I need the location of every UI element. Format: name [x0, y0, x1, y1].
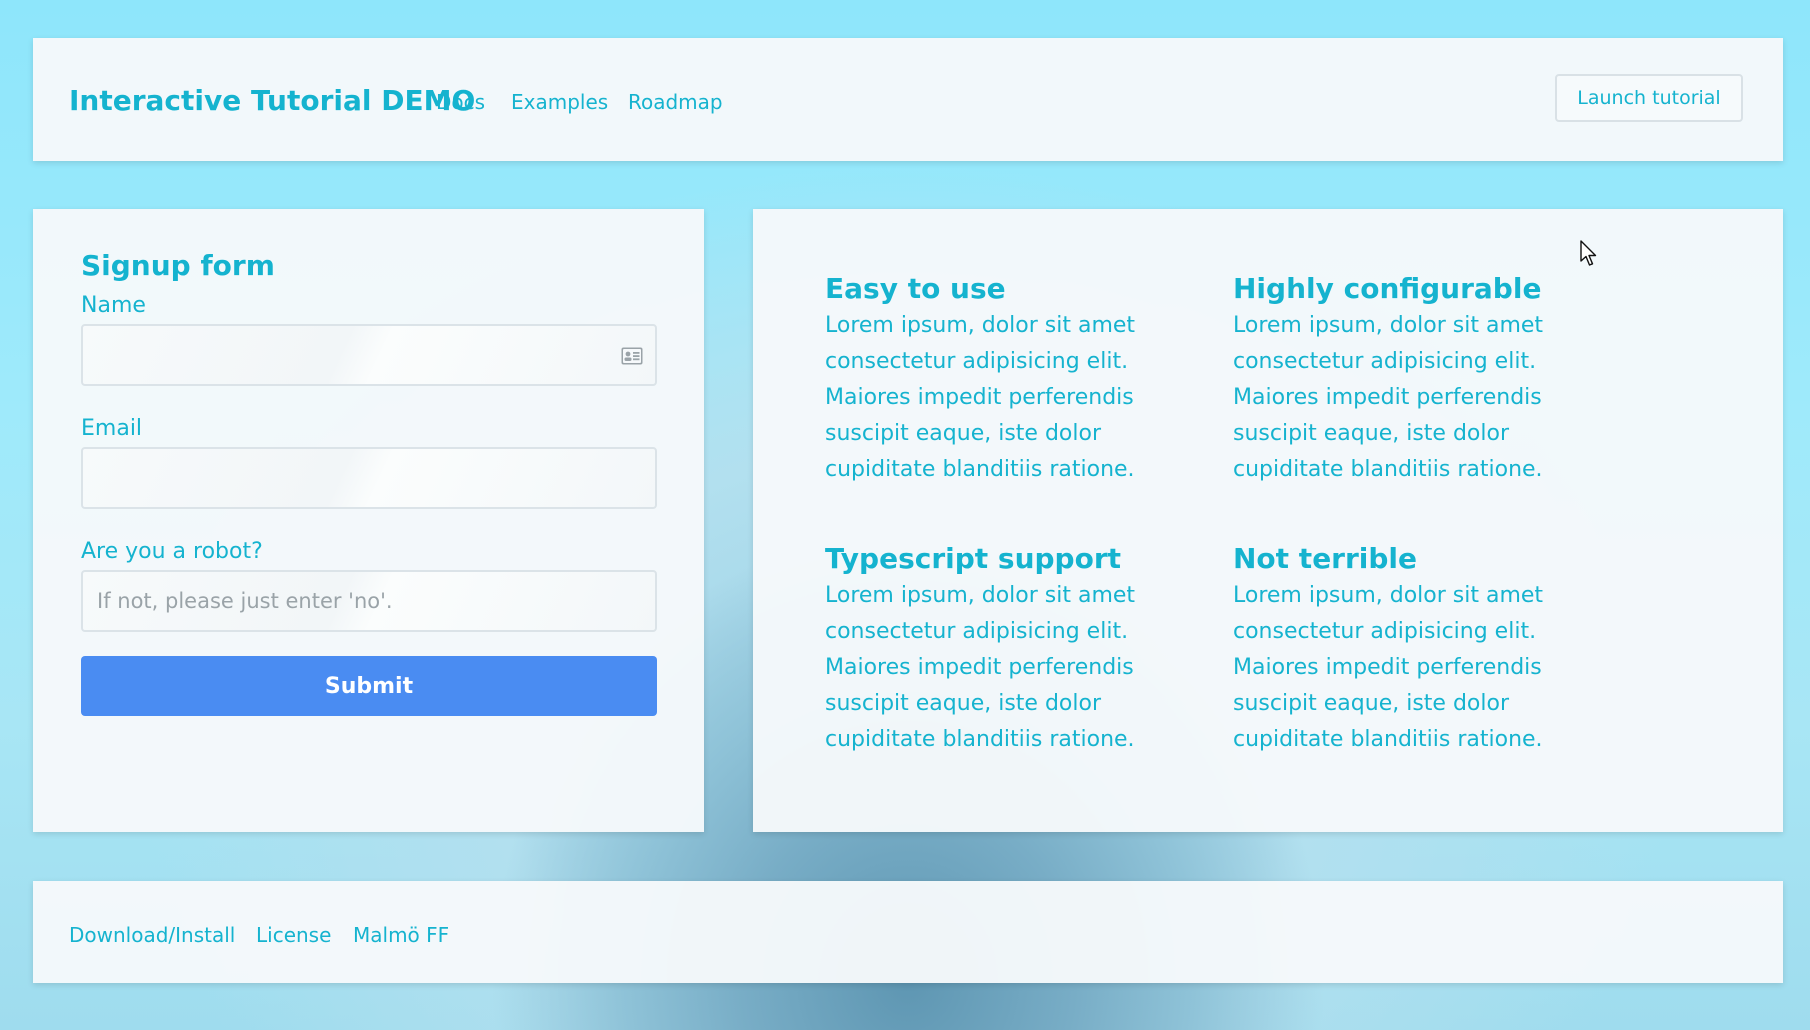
top-navbar: Interactive Tutorial DEMO Docs Examples … [33, 38, 1783, 161]
name-label: Name [81, 293, 146, 318]
feature-title: Typescript support [825, 542, 1122, 575]
footer-link-malmo-ff[interactable]: Malmö FF [353, 923, 449, 947]
feature-body: Lorem ipsum, dolor sit amet consectetur … [1233, 313, 1544, 482]
feature-typescript-support: Typescript support Lorem ipsum, dolor si… [825, 542, 1185, 758]
contact-card-icon [621, 347, 643, 365]
feature-title: Highly configurable [1233, 272, 1542, 305]
feature-highly-configurable: Highly configurable Lorem ipsum, dolor s… [1233, 272, 1593, 488]
features-card: Easy to use Lorem ipsum, dolor sit amet … [753, 209, 1783, 832]
feature-title: Easy to use [825, 272, 1006, 305]
footer-link-license[interactable]: License [256, 923, 331, 947]
feature-body: Lorem ipsum, dolor sit amet consectetur … [825, 313, 1136, 482]
feature-title: Not terrible [1233, 542, 1418, 575]
robot-label: Are you a robot? [81, 539, 263, 564]
feature-not-terrible: Not terrible Lorem ipsum, dolor sit amet… [1233, 542, 1593, 758]
footer-link-download[interactable]: Download/Install [69, 923, 235, 947]
submit-button[interactable]: Submit [81, 656, 657, 716]
brand-title[interactable]: Interactive Tutorial DEMO [69, 84, 475, 117]
feature-easy-to-use: Easy to use Lorem ipsum, dolor sit amet … [825, 272, 1185, 488]
launch-tutorial-button[interactable]: Launch tutorial [1555, 74, 1743, 122]
nav-examples[interactable]: Examples [511, 90, 608, 114]
nav-docs[interactable]: Docs [436, 90, 485, 114]
feature-body: Lorem ipsum, dolor sit amet consectetur … [825, 583, 1136, 752]
nav-roadmap[interactable]: Roadmap [628, 90, 723, 114]
mouse-cursor-icon [1580, 240, 1597, 266]
email-label: Email [81, 416, 143, 441]
signup-form-card: Signup form Name Email Are you a robot? … [33, 209, 704, 832]
form-title: Signup form [81, 249, 275, 282]
robot-input[interactable] [81, 570, 657, 632]
email-input[interactable] [81, 447, 657, 509]
footer-bar: Download/Install License Malmö FF [33, 881, 1783, 983]
name-input[interactable] [81, 324, 657, 386]
feature-body: Lorem ipsum, dolor sit amet consectetur … [1233, 583, 1544, 752]
